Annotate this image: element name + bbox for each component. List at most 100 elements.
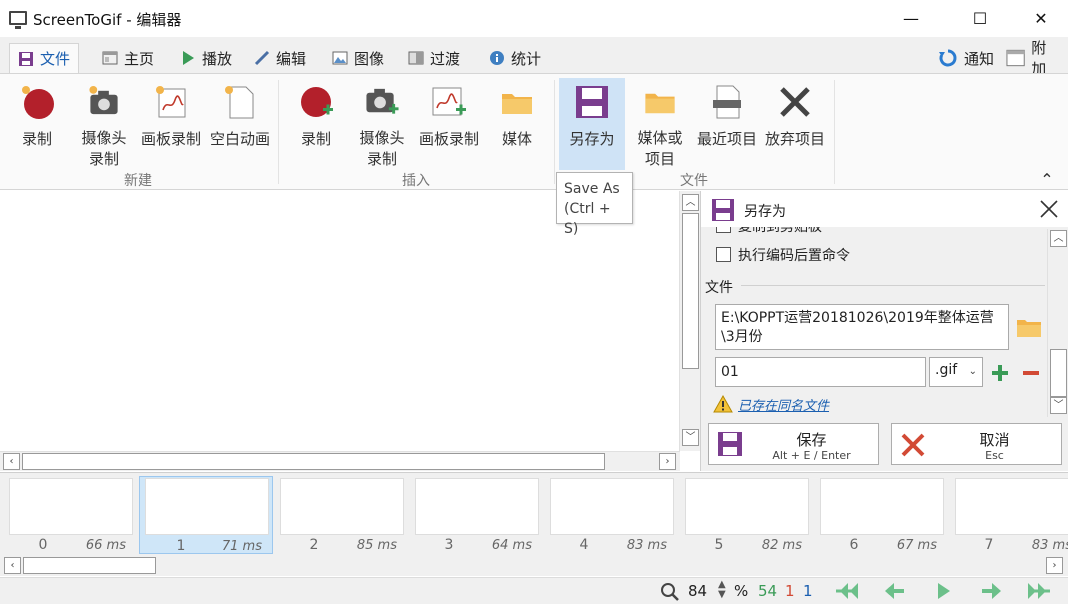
output-folder-field[interactable]: E:\KOPPT运营20181026\2019年整体运营 \3月份: [715, 304, 1009, 350]
discard-x-icon: [780, 87, 810, 117]
remove-icon[interactable]: [1021, 363, 1041, 383]
panel-header: 另存为: [701, 191, 1068, 227]
total-frames-count: 54: [758, 582, 778, 600]
extension-value: .gif: [935, 362, 958, 378]
tab-statistics[interactable]: 统计: [481, 43, 549, 73]
timeline-horizontal-scrollbar[interactable]: ‹ ›: [0, 556, 1068, 576]
scroll-thumb[interactable]: [22, 453, 605, 470]
post-command-label: 执行编码后置命令: [738, 248, 850, 264]
scroll-thumb[interactable]: [1050, 349, 1067, 397]
scroll-down-button[interactable]: ﹀: [1050, 397, 1067, 414]
notify-button[interactable]: 通知: [930, 43, 1002, 73]
tab-home[interactable]: 主页: [94, 43, 162, 73]
new-webcam-button[interactable]: 摄像头 录制: [78, 78, 130, 170]
tab-image[interactable]: 图像: [324, 43, 392, 73]
cancel-button[interactable]: 取消 Esc: [891, 423, 1062, 465]
next-frame-icon[interactable]: [976, 581, 1006, 601]
zoom-icon: [661, 583, 679, 601]
recent-projects-button[interactable]: 最近项目: [694, 78, 760, 170]
minimize-button[interactable]: —: [888, 0, 934, 37]
add-icon[interactable]: [990, 363, 1010, 383]
previous-frame-icon[interactable]: [880, 581, 910, 601]
scroll-thumb[interactable]: [23, 557, 156, 574]
frame-item[interactable]: 6 67 ms: [813, 476, 947, 554]
last-frame-icon[interactable]: [1024, 581, 1054, 601]
extras-button[interactable]: 附加: [998, 39, 1068, 78]
tab-file[interactable]: 文件: [9, 43, 80, 73]
media-project-button[interactable]: 媒体或 项目: [632, 78, 688, 170]
notify-label: 通知: [964, 49, 995, 68]
new-record-button[interactable]: 录制: [14, 78, 60, 170]
insert-webcam-button[interactable]: 摄像头 录制: [356, 78, 408, 170]
play-icon[interactable]: [928, 581, 958, 601]
zoom-value[interactable]: 84: [688, 582, 707, 600]
panel-vertical-scrollbar[interactable]: ︿ ﹀: [1047, 229, 1068, 417]
save-as-panel: 另存为 复制到剪贴板 执行编码后置命令 文件 E:\KOPPT运营2018102…: [700, 191, 1068, 471]
new-board-button[interactable]: 画板录制: [138, 78, 204, 170]
canvas-vertical-scrollbar[interactable]: ︿ ﹀: [679, 191, 700, 451]
frame-item[interactable]: 4 83 ms: [543, 476, 677, 554]
frame-delay: 82 ms: [761, 538, 802, 553]
insert-board-button[interactable]: 画板录制: [416, 78, 482, 170]
maximize-button[interactable]: ☐: [957, 0, 1003, 37]
copy-clipboard-checkbox[interactable]: [716, 227, 731, 233]
insert-record-button[interactable]: 录制: [294, 78, 338, 170]
frame-delay: 83 ms: [1031, 538, 1068, 553]
transition-icon: [408, 51, 424, 65]
tab-transition[interactable]: 过渡: [400, 43, 468, 73]
save-button[interactable]: 保存 Alt + E / Enter: [708, 423, 879, 465]
first-frame-icon[interactable]: [832, 581, 862, 601]
frame-delay: 67 ms: [896, 538, 937, 553]
frame-thumbnail: [820, 478, 944, 535]
file-exists-warning-link[interactable]: 已存在同名文件: [738, 395, 829, 414]
save-as-button[interactable]: 另存为: [559, 78, 625, 170]
tab-home-label: 主页: [124, 49, 155, 68]
scroll-left-button[interactable]: ‹: [4, 557, 21, 574]
discard-project-button[interactable]: 放弃项目: [762, 78, 828, 170]
zoom-stepper[interactable]: ▲ ▼: [718, 580, 726, 600]
section-divider: [741, 285, 1045, 286]
new-webcam-label-2: 录制: [88, 150, 119, 168]
scroll-right-button[interactable]: ›: [1046, 557, 1063, 574]
tooltip-line-2: (Ctrl + S): [564, 201, 611, 237]
frame-item[interactable]: 2 85 ms: [273, 476, 407, 554]
media-project-label-2: 项目: [644, 150, 675, 168]
frame-item-selected[interactable]: 1 71 ms: [139, 476, 273, 554]
new-board-label: 画板录制: [140, 130, 201, 148]
frame-number: 7: [984, 537, 994, 553]
copy-clipboard-label: 复制到剪贴板: [738, 227, 822, 235]
scroll-left-button[interactable]: ‹: [3, 453, 20, 470]
group-new-label: 新建: [124, 173, 152, 189]
post-command-checkbox[interactable]: [716, 247, 731, 262]
tab-edit[interactable]: 编辑: [246, 43, 314, 73]
image-icon: [332, 51, 348, 65]
frame-item[interactable]: 3 64 ms: [408, 476, 542, 554]
frame-thumbnail: [280, 478, 404, 535]
browse-folder-icon[interactable]: [1016, 316, 1042, 338]
canvas-horizontal-scrollbar[interactable]: ‹ ›: [0, 451, 680, 471]
frame-item[interactable]: 7 83 ms: [948, 476, 1068, 554]
scroll-down-button[interactable]: ﹀: [682, 429, 699, 446]
new-record-label: 录制: [21, 130, 52, 148]
current-frame-index: 1: [803, 582, 813, 600]
tab-edit-label: 编辑: [276, 49, 307, 68]
window-title: ScreenToGif - 编辑器: [33, 11, 182, 29]
scroll-up-button[interactable]: ︿: [1050, 230, 1067, 247]
filename-input[interactable]: 01: [715, 357, 926, 387]
collapse-ribbon-button[interactable]: ⌃: [1036, 170, 1058, 189]
insert-media-button[interactable]: 媒体: [494, 78, 540, 170]
refresh-icon: [939, 49, 957, 67]
tab-play[interactable]: 播放: [172, 43, 240, 73]
scroll-right-button[interactable]: ›: [659, 453, 676, 470]
close-panel-icon[interactable]: [1039, 199, 1059, 219]
save-button-label: 保存: [796, 431, 827, 449]
close-button[interactable]: ✕: [1018, 0, 1064, 37]
new-blank-button[interactable]: 空白动画: [206, 78, 274, 170]
scroll-thumb[interactable]: [682, 213, 699, 369]
extension-select[interactable]: .gif ⌄: [929, 357, 983, 387]
record-icon: [22, 86, 54, 119]
frame-thumbnail: [955, 478, 1068, 535]
frame-item[interactable]: 5 82 ms: [678, 476, 812, 554]
frame-item[interactable]: 0 66 ms: [2, 476, 136, 554]
scroll-up-button[interactable]: ︿: [682, 194, 699, 211]
